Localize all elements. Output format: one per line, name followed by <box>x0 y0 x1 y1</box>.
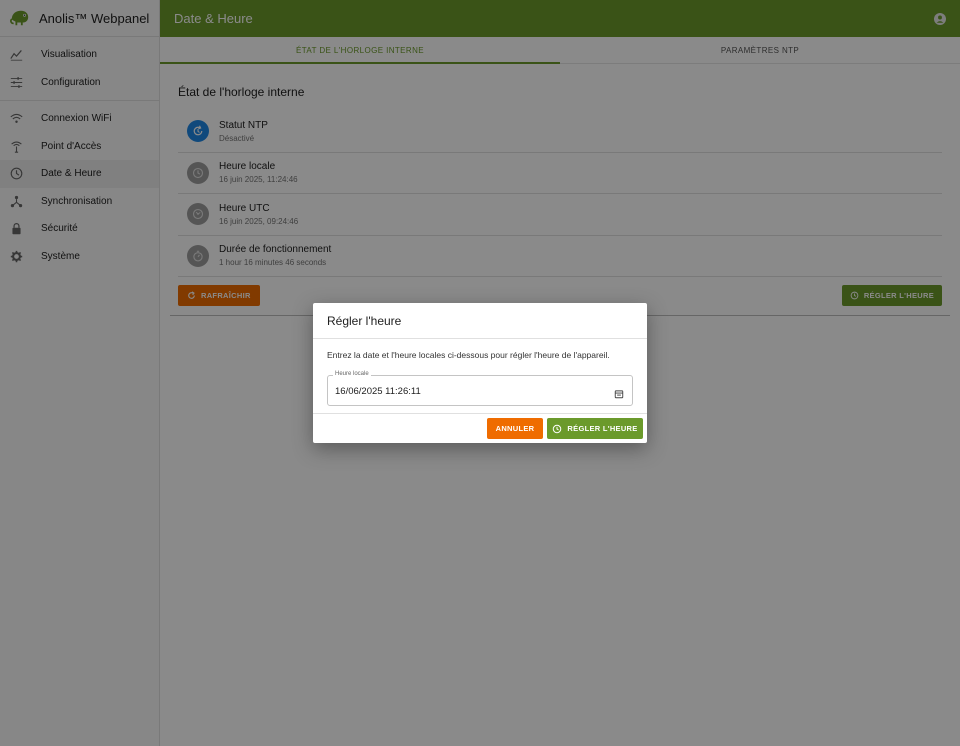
calendar-icon[interactable] <box>614 386 624 399</box>
set-time-dialog: Régler l'heure Entrez la date et l'heure… <box>313 303 647 443</box>
cancel-button[interactable]: ANNULER <box>487 418 543 439</box>
app-root: Anolis™ Webpanel Visualisation Configura… <box>0 0 960 746</box>
confirm-set-time-label: RÉGLER L'HEURE <box>567 424 638 433</box>
local-time-field: Heure locale <box>327 371 633 406</box>
confirm-set-time-button[interactable]: RÉGLER L'HEURE <box>547 418 643 439</box>
local-time-field-label: Heure locale <box>333 371 371 377</box>
local-time-input[interactable] <box>335 384 605 398</box>
dialog-actions: ANNULER RÉGLER L'HEURE <box>313 413 647 443</box>
dialog-title: Régler l'heure <box>313 303 647 339</box>
dialog-description: Entrez la date et l'heure locales ci-des… <box>327 350 610 360</box>
clock-icon <box>553 424 562 433</box>
